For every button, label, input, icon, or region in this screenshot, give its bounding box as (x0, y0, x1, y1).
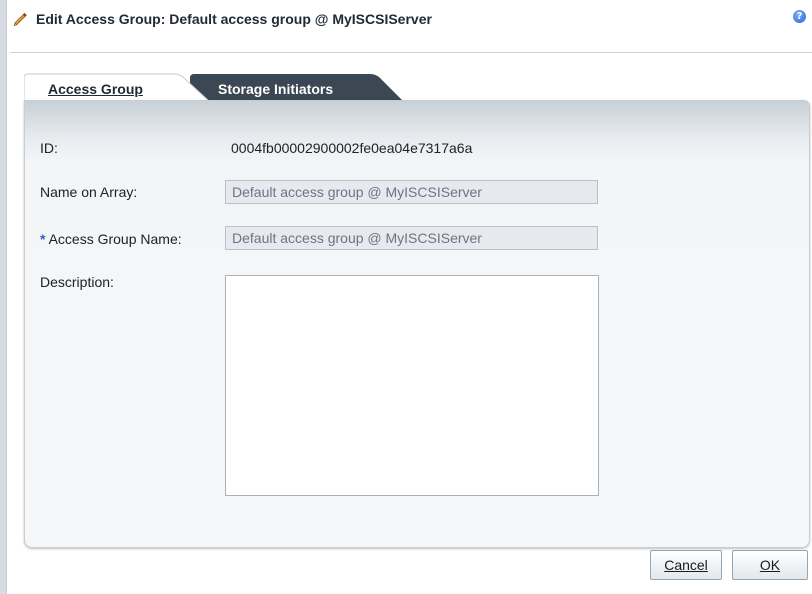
dialog-header: Edit Access Group: Default access group … (10, 8, 812, 32)
description-textarea[interactable] (225, 275, 599, 496)
access-group-name-label: * Access Group Name: (40, 231, 182, 247)
help-icon[interactable]: ? (793, 10, 806, 23)
tab-access-group-label: Access Group (48, 81, 143, 97)
cancel-button-label: Cancel (664, 557, 708, 573)
tab-storage-initiators-label: Storage Initiators (218, 81, 334, 97)
access-group-name-label-text: Access Group Name: (45, 231, 182, 247)
name-on-array-field[interactable] (225, 180, 598, 204)
cancel-button[interactable]: Cancel (650, 550, 722, 580)
pencil-icon (13, 12, 27, 27)
ok-button[interactable]: OK (732, 550, 808, 580)
name-on-array-label: Name on Array: (40, 184, 138, 200)
tab-storage-initiators[interactable]: Storage Initiators (190, 73, 412, 102)
id-value: 0004fb00002900002fe0ea04e7317a6a (231, 140, 473, 156)
tab-access-group[interactable]: Access Group (24, 73, 219, 102)
id-label: ID: (40, 140, 58, 156)
header-divider (10, 52, 812, 53)
ok-button-label: OK (759, 557, 781, 573)
window-left-edge (0, 0, 7, 594)
dialog-title: Edit Access Group: Default access group … (36, 11, 432, 27)
access-group-name-field[interactable] (225, 226, 598, 250)
description-label: Description: (40, 274, 114, 290)
